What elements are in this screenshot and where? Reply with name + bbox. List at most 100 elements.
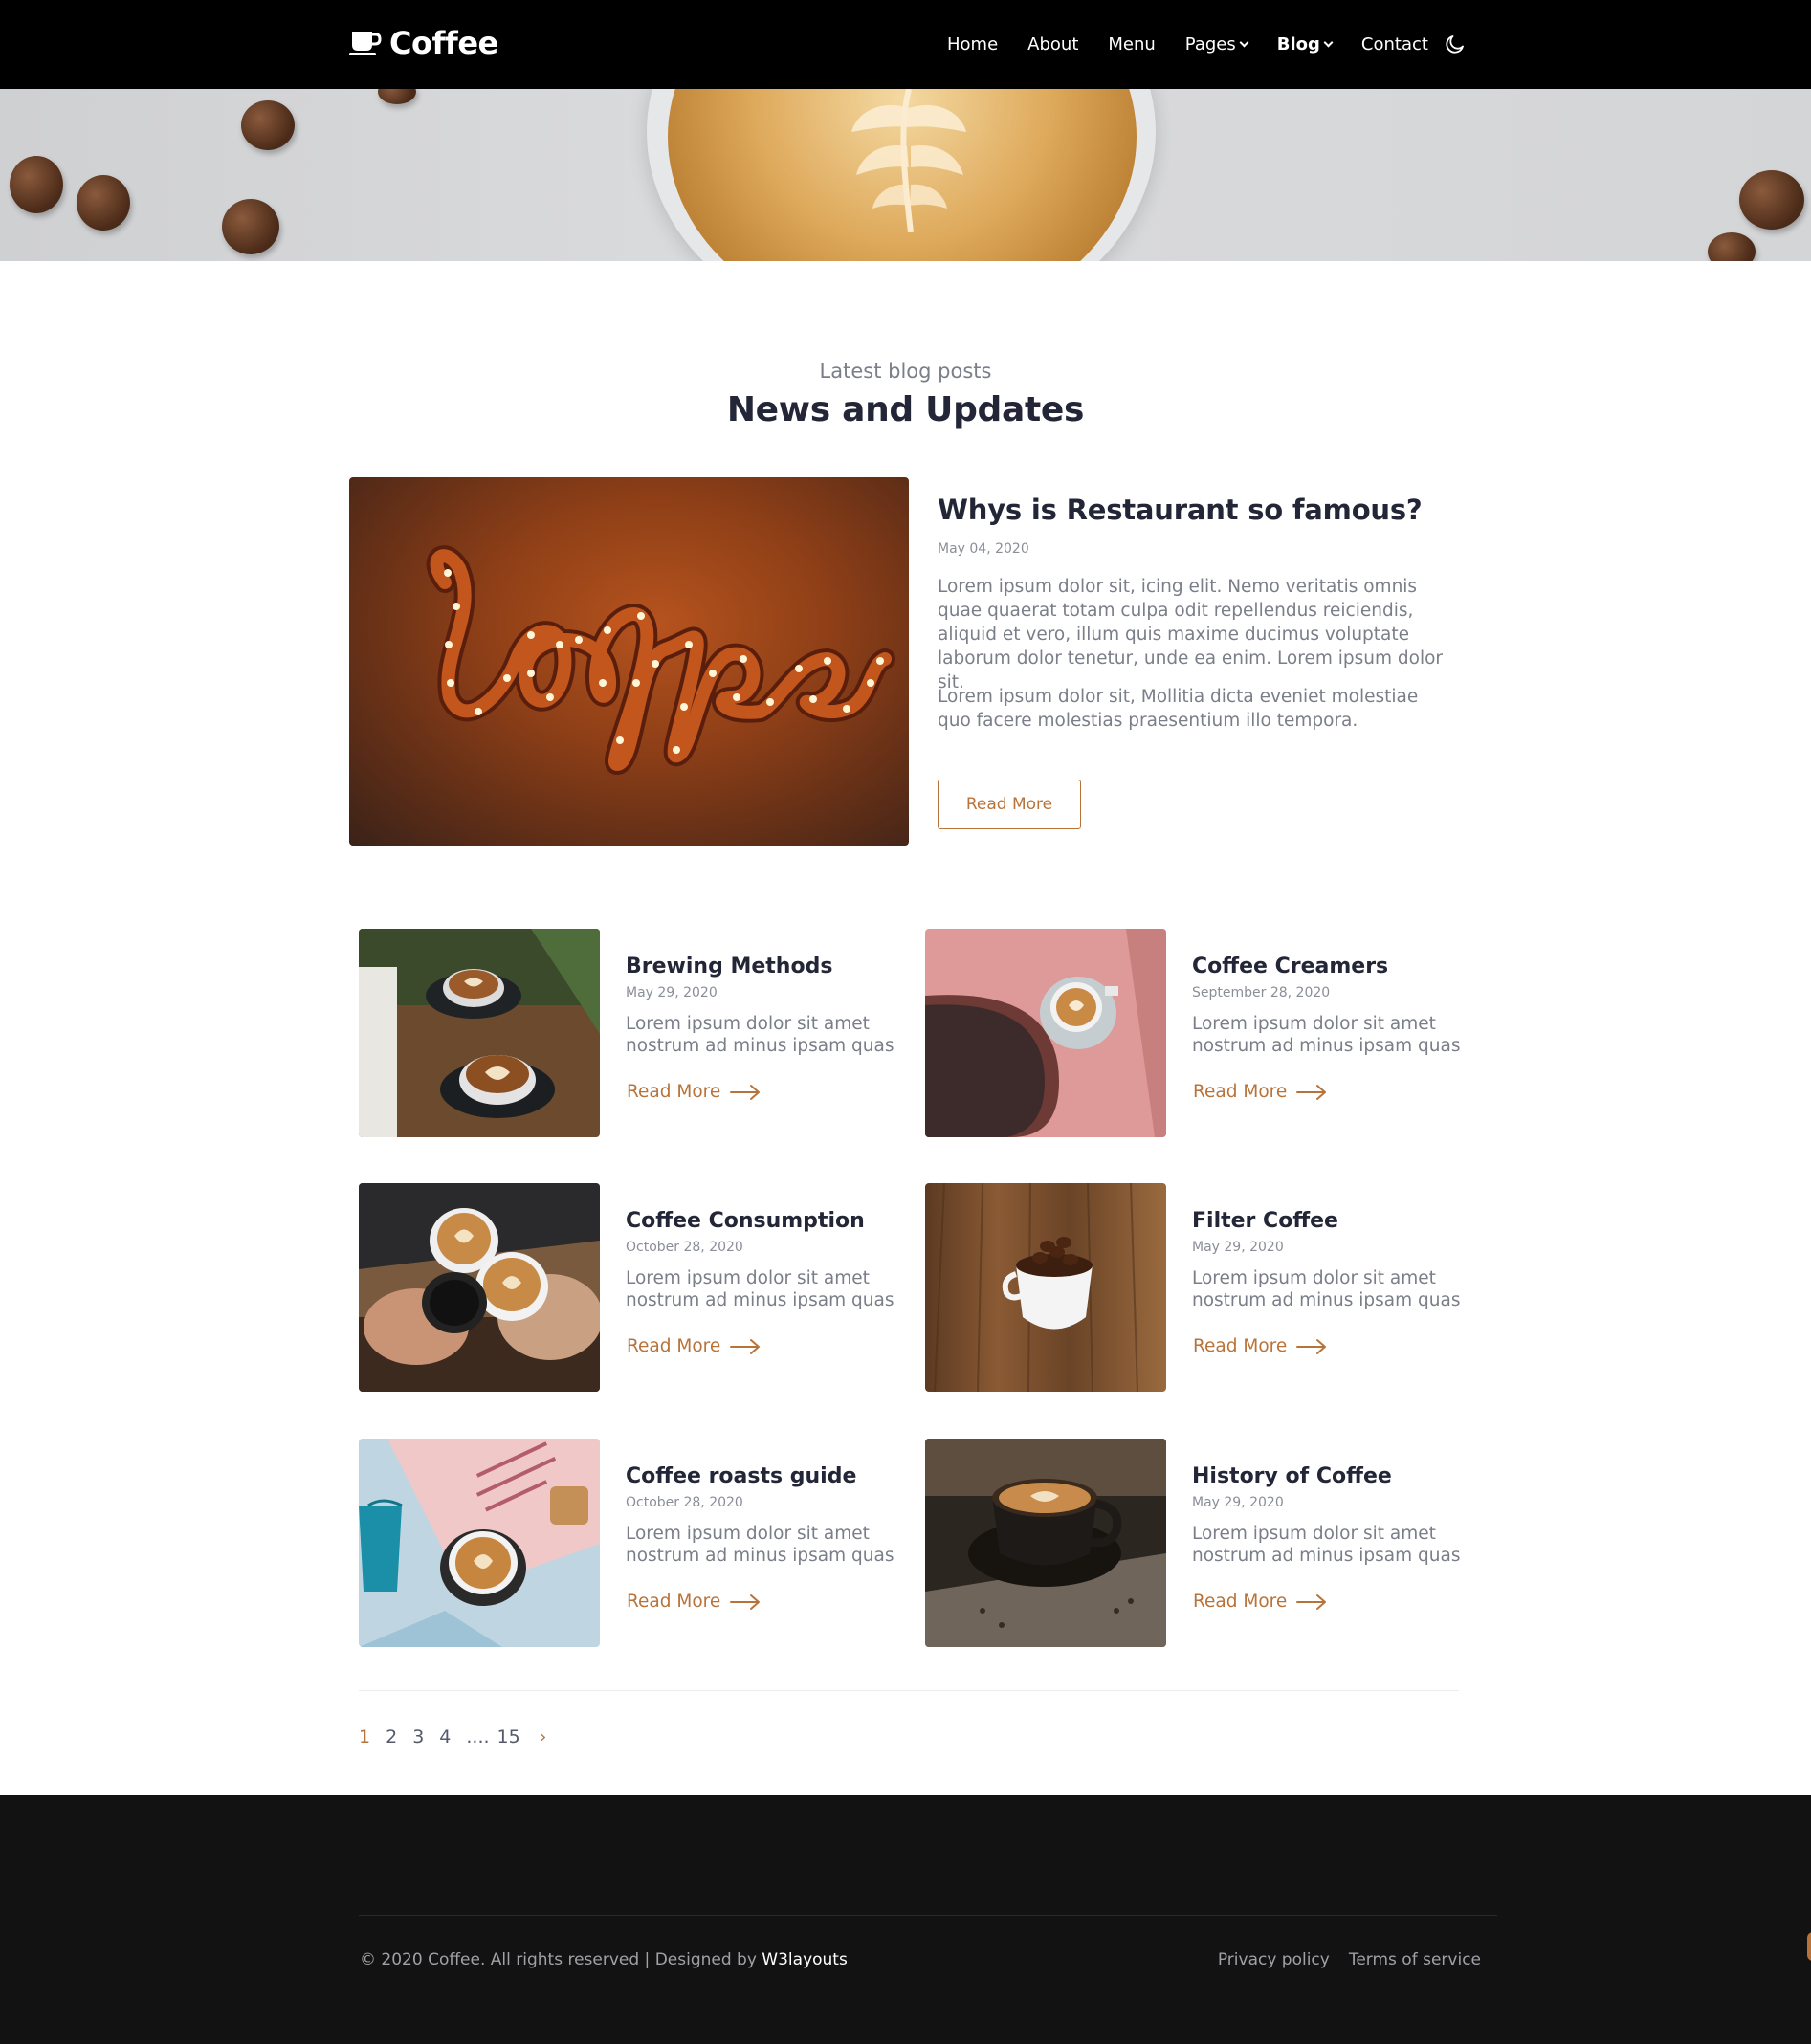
page-link-2[interactable]: 2 bbox=[386, 1726, 397, 1747]
blog-post-card: Filter Coffee May 29, 2020 Lorem ipsum d… bbox=[925, 1183, 1461, 1392]
post-title[interactable]: Coffee roasts guide bbox=[626, 1464, 856, 1488]
post-excerpt: Lorem ipsum dolor sit amet nostrum ad mi… bbox=[1192, 1524, 1461, 1566]
arrow-right-icon bbox=[730, 1338, 761, 1354]
nav-link-label: Pages bbox=[1184, 33, 1236, 55]
moon-icon[interactable] bbox=[1444, 33, 1467, 55]
footer-links: Privacy policy Terms of service bbox=[1199, 1950, 1481, 1969]
copyright-text: © 2020 Coffee. All rights reserved | Des… bbox=[360, 1950, 762, 1969]
hero-banner bbox=[0, 89, 1811, 261]
read-more-link[interactable]: Read More bbox=[1193, 1592, 1327, 1612]
coffee-bean bbox=[77, 175, 130, 231]
post-date: May 29, 2020 bbox=[1192, 1495, 1284, 1510]
nav-link-label: Blog bbox=[1276, 33, 1320, 55]
chevron-down-icon bbox=[1239, 37, 1249, 47]
blog-post-card: Coffee roasts guide October 28, 2020 Lor… bbox=[359, 1439, 894, 1647]
post-title[interactable]: Coffee Creamers bbox=[1192, 955, 1388, 978]
nav-link-label: Home bbox=[947, 33, 999, 55]
arrow-right-icon bbox=[1296, 1593, 1327, 1610]
read-more-link[interactable]: Read More bbox=[627, 1592, 761, 1612]
coffee-cup-icon bbox=[349, 29, 382, 57]
post-title[interactable]: Coffee Consumption bbox=[626, 1209, 865, 1233]
featured-post-date: May 04, 2020 bbox=[938, 541, 1029, 557]
post-thumbnail-coffee-consumption[interactable] bbox=[359, 1183, 600, 1392]
nav-link-blog[interactable]: Blog bbox=[1276, 33, 1334, 55]
arrow-right-icon bbox=[730, 1593, 761, 1610]
post-thumbnail-coffee-creamers[interactable] bbox=[925, 929, 1166, 1137]
read-more-link[interactable]: Read More bbox=[627, 1082, 761, 1102]
footer-divider bbox=[359, 1915, 1497, 1916]
section-subtitle: Latest blog posts bbox=[819, 360, 992, 383]
brand-logo[interactable]: Coffee bbox=[349, 21, 498, 65]
read-more-label: Read More bbox=[1193, 1592, 1288, 1612]
coffee-neon-sign bbox=[426, 545, 895, 775]
post-excerpt: Lorem ipsum dolor sit amet nostrum ad mi… bbox=[1192, 1268, 1461, 1310]
post-thumbnail-history-of-coffee[interactable] bbox=[925, 1439, 1166, 1647]
page-link-1[interactable]: 1 bbox=[359, 1726, 370, 1747]
latte-art-leaf bbox=[851, 89, 966, 232]
coffee-bean bbox=[1739, 170, 1804, 230]
read-more-link[interactable]: Read More bbox=[1193, 1336, 1327, 1356]
chevron-down-icon bbox=[1323, 37, 1334, 47]
top-navbar: Coffee Home About Menu Pages Blog Contact bbox=[0, 0, 1811, 89]
arrow-right-icon bbox=[730, 1084, 761, 1100]
read-more-label: Read More bbox=[627, 1592, 721, 1612]
pagination: 1 2 3 4.... 15 › bbox=[359, 1724, 546, 1750]
page-link-3[interactable]: 3 bbox=[412, 1726, 424, 1747]
read-more-link[interactable]: Read More bbox=[627, 1336, 761, 1356]
blog-post-card: Coffee Creamers September 28, 2020 Lorem… bbox=[925, 929, 1461, 1137]
next-page-icon[interactable]: › bbox=[540, 1726, 547, 1747]
pagination-divider bbox=[359, 1690, 1459, 1691]
blog-post-card: Coffee Consumption October 28, 2020 Lore… bbox=[359, 1183, 894, 1392]
post-excerpt: Lorem ipsum dolor sit amet nostrum ad mi… bbox=[1192, 1014, 1461, 1056]
scroll-to-top-button[interactable] bbox=[1807, 1932, 1811, 1961]
page-link-4[interactable]: 4 bbox=[439, 1726, 451, 1747]
brand-name: Coffee bbox=[389, 25, 498, 61]
blog-post-card: History of Coffee May 29, 2020 Lorem ips… bbox=[925, 1439, 1461, 1647]
featured-post-excerpt-2: Lorem ipsum dolor sit, Mollitia dicta ev… bbox=[938, 687, 1419, 731]
main-nav: Home About Menu Pages Blog Contact bbox=[947, 29, 1458, 59]
coffee-bean bbox=[1708, 232, 1756, 261]
nav-link-about[interactable]: About bbox=[1027, 34, 1078, 55]
arrow-right-icon bbox=[1296, 1084, 1327, 1100]
page-link-last[interactable]: 15 bbox=[497, 1726, 520, 1747]
footer-copyright: © 2020 Coffee. All rights reserved | Des… bbox=[360, 1950, 848, 1969]
read-more-label: Read More bbox=[627, 1336, 721, 1356]
blog-post-card: Brewing Methods May 29, 2020 Lorem ipsum… bbox=[359, 929, 894, 1137]
post-date: May 29, 2020 bbox=[626, 985, 718, 1000]
read-more-link[interactable]: Read More bbox=[1193, 1082, 1327, 1102]
post-date: September 28, 2020 bbox=[1192, 985, 1331, 1000]
post-date: May 29, 2020 bbox=[1192, 1240, 1284, 1255]
section-title: News and Updates bbox=[726, 390, 1085, 429]
post-thumbnail-brewing-methods[interactable] bbox=[359, 929, 600, 1137]
read-more-label: Read More bbox=[1193, 1336, 1288, 1356]
read-more-label: Read More bbox=[1193, 1082, 1288, 1102]
nav-link-home[interactable]: Home bbox=[947, 34, 998, 55]
post-excerpt: Lorem ipsum dolor sit amet nostrum ad mi… bbox=[626, 1268, 894, 1310]
featured-read-more-button[interactable]: Read More bbox=[938, 780, 1081, 829]
post-title[interactable]: Brewing Methods bbox=[626, 955, 832, 978]
page-ellipsis: .... bbox=[466, 1726, 490, 1747]
post-title[interactable]: History of Coffee bbox=[1192, 1464, 1392, 1488]
coffee-bean bbox=[378, 89, 416, 104]
post-title[interactable]: Filter Coffee bbox=[1192, 1209, 1338, 1233]
coffee-bean bbox=[10, 156, 63, 213]
post-thumbnail-filter-coffee[interactable] bbox=[925, 1183, 1166, 1392]
featured-post-image[interactable] bbox=[349, 477, 909, 846]
nav-link-label: Contact bbox=[1360, 33, 1428, 55]
post-date: October 28, 2020 bbox=[626, 1240, 743, 1255]
read-more-label: Read More bbox=[627, 1082, 721, 1102]
post-excerpt: Lorem ipsum dolor sit amet nostrum ad mi… bbox=[626, 1524, 894, 1566]
nav-link-contact[interactable]: Contact bbox=[1361, 34, 1428, 55]
footer-link-terms-of-service[interactable]: Terms of service bbox=[1349, 1950, 1481, 1969]
featured-post-excerpt: Lorem ipsum dolor sit, icing elit. Nemo … bbox=[938, 577, 1444, 692]
post-date: October 28, 2020 bbox=[626, 1495, 743, 1510]
footer-link-privacy-policy[interactable]: Privacy policy bbox=[1218, 1950, 1330, 1969]
site-footer: © 2020 Coffee. All rights reserved | Des… bbox=[0, 1795, 1811, 2044]
post-thumbnail-coffee-roasts-guide[interactable] bbox=[359, 1439, 600, 1647]
nav-link-pages[interactable]: Pages bbox=[1184, 33, 1249, 55]
designer-link[interactable]: W3layouts bbox=[762, 1950, 848, 1969]
nav-link-menu[interactable]: Menu bbox=[1108, 34, 1155, 55]
nav-link-label: About bbox=[1027, 33, 1079, 55]
nav-link-label: Menu bbox=[1108, 33, 1156, 55]
featured-post-title[interactable]: Whys is Restaurant so famous? bbox=[938, 494, 1423, 526]
